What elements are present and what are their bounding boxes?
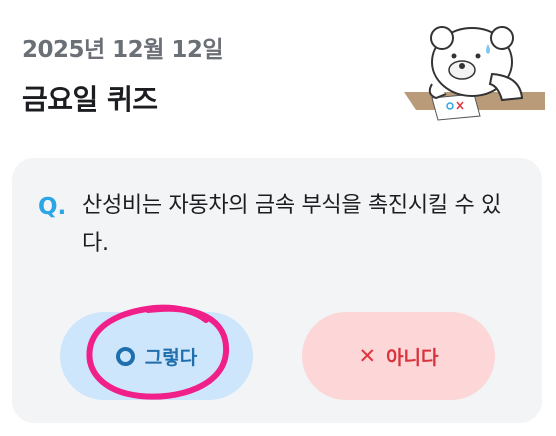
x-icon: ✕ <box>358 344 377 368</box>
question-label: Q. <box>38 194 67 220</box>
question-text: 산성비는 자동차의 금속 부식을 촉진시킬 수 있다. <box>82 193 502 256</box>
answer-no-label: 아니다 <box>386 346 439 369</box>
answer-no-button[interactable]: ✕ 아니다 <box>302 312 495 400</box>
bear-mascot-illustration <box>404 26 545 121</box>
answer-yes-label: 그렇다 <box>144 346 198 369</box>
answer-yes-button[interactable]: 그렇다 <box>60 312 253 400</box>
o-icon <box>115 346 135 366</box>
quiz-date: 2025년 12월 12일 <box>22 37 224 63</box>
page-title: 금요일 퀴즈 <box>22 83 158 116</box>
